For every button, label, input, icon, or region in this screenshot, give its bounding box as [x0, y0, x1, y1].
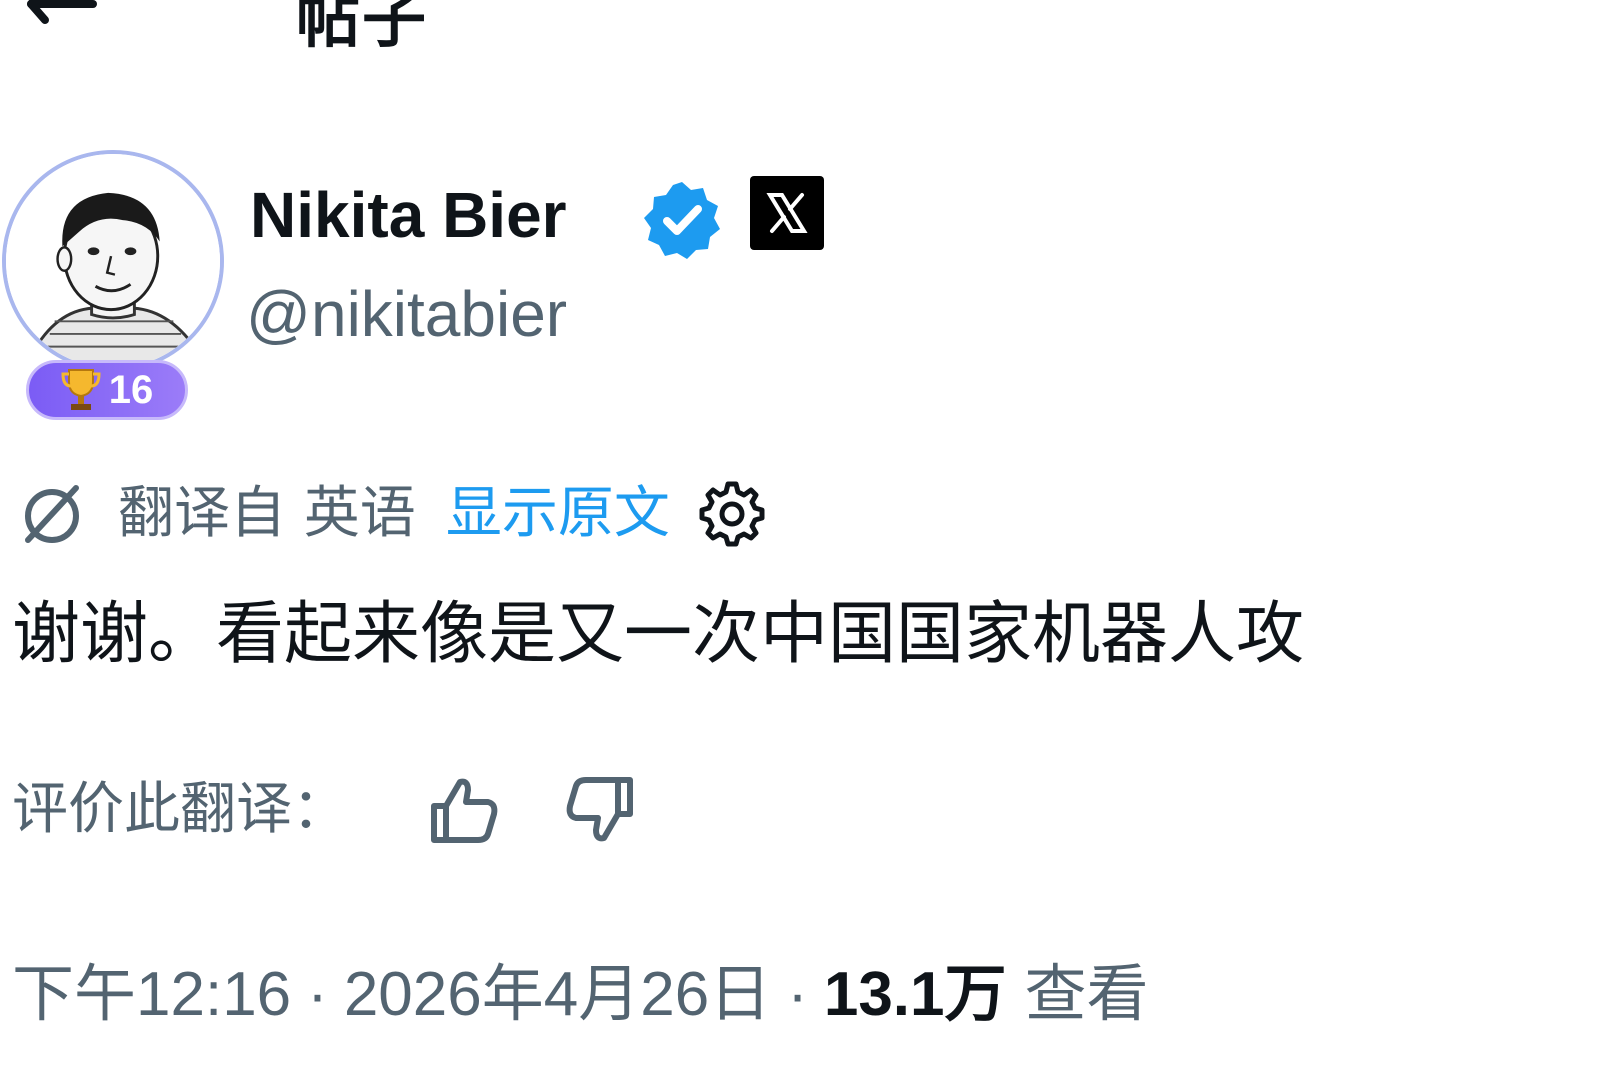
back-button[interactable]: [22, 0, 102, 48]
arrow-left-icon: [27, 0, 97, 24]
badge-count: 16: [108, 368, 154, 412]
thumbs-down-icon[interactable]: [562, 772, 638, 848]
post-page: 帖子 16 Nikita Bier @nikitabier 翻译自 英语 显示原…: [0, 0, 1620, 1080]
translate-icon: [25, 485, 79, 543]
rate-translation-label: 评价此翻译：: [12, 777, 348, 842]
author-name[interactable]: Nikita Bier: [250, 175, 567, 255]
avatar-illustration: [6, 154, 220, 368]
translated-from-label: 翻译自 英语: [118, 481, 416, 546]
trophy-icon: [61, 369, 101, 410]
avatar[interactable]: [2, 150, 224, 372]
separator-dot: ·: [307, 960, 328, 1029]
post-date[interactable]: 2026年4月26日: [344, 950, 771, 1040]
gear-icon[interactable]: [694, 478, 766, 550]
separator-dot: ·: [787, 960, 808, 1029]
post-time[interactable]: 下午12:16: [12, 950, 291, 1040]
author-handle[interactable]: @nikitabier: [246, 274, 567, 354]
post-meta: 下午12:16 · 2026年4月26日 · 13.1万 查看: [12, 950, 1149, 1040]
tweet-text: 谢谢。看起来像是又一次中国国家机器人攻: [12, 595, 1305, 674]
verified-badge-icon: [644, 182, 720, 259]
rate-translation: 评价此翻译：: [12, 770, 638, 850]
x-glyph: [766, 193, 808, 233]
page-title: 帖子: [296, 0, 428, 57]
translation-bar: 翻译自 英语 显示原文: [14, 474, 766, 554]
thumbs-up-icon[interactable]: [426, 772, 502, 848]
views-label: 查看: [1024, 960, 1149, 1029]
achievement-badge[interactable]: 16: [26, 360, 188, 420]
show-original-link[interactable]: 显示原文: [446, 474, 670, 554]
top-bar: 帖子: [0, 0, 1620, 60]
views-count[interactable]: 13.1万: [824, 950, 1007, 1040]
x-logo-icon[interactable]: [750, 176, 824, 250]
